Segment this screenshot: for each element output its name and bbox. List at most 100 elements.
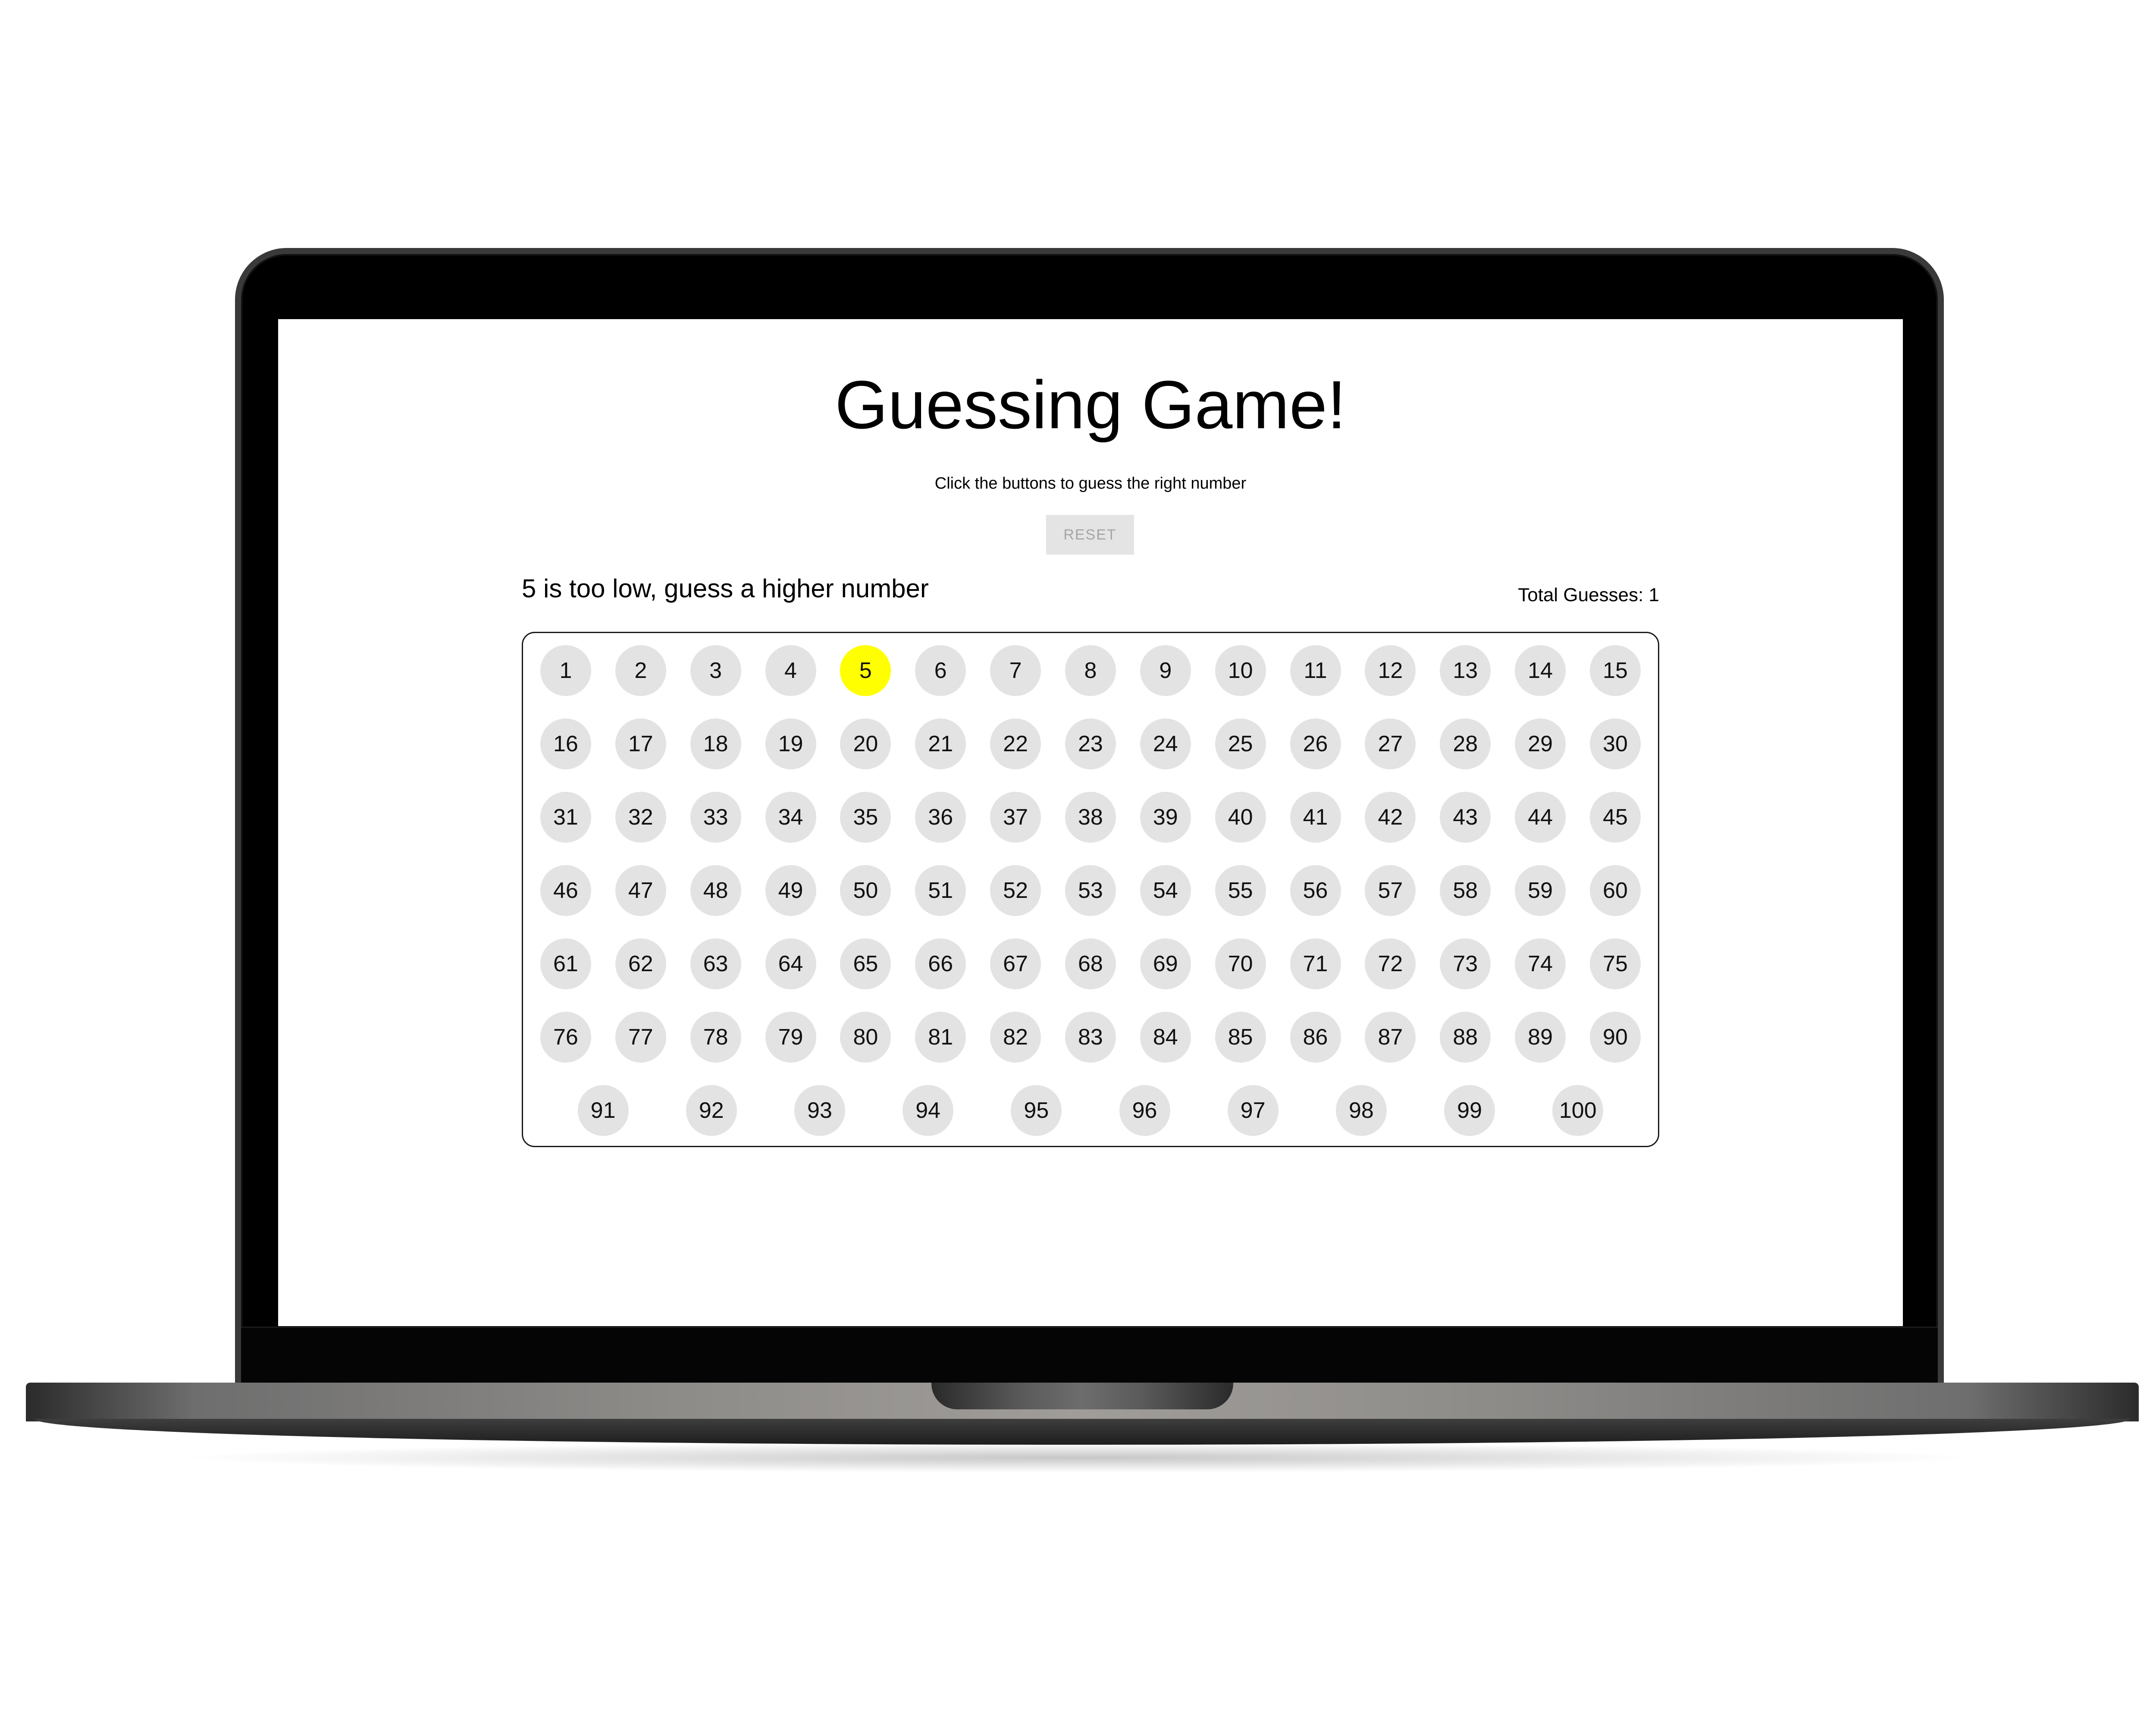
number-button-35[interactable]: 35 — [840, 792, 891, 843]
number-button-63[interactable]: 63 — [690, 938, 741, 989]
number-button-33[interactable]: 33 — [690, 792, 741, 843]
number-button-19[interactable]: 19 — [765, 718, 816, 769]
number-button-54[interactable]: 54 — [1140, 865, 1191, 916]
number-button-60[interactable]: 60 — [1589, 865, 1641, 916]
number-button-17[interactable]: 17 — [615, 718, 666, 769]
number-button-56[interactable]: 56 — [1290, 865, 1341, 916]
number-button-32[interactable]: 32 — [615, 792, 666, 843]
number-button-26[interactable]: 26 — [1290, 718, 1341, 769]
number-button-53[interactable]: 53 — [1065, 865, 1116, 916]
number-button-73[interactable]: 73 — [1440, 938, 1491, 989]
number-button-5[interactable]: 5 — [840, 645, 891, 696]
number-button-96[interactable]: 96 — [1119, 1085, 1170, 1136]
number-button-16[interactable]: 16 — [540, 718, 591, 769]
number-button-65[interactable]: 65 — [840, 938, 891, 989]
number-button-25[interactable]: 25 — [1215, 718, 1266, 769]
number-button-38[interactable]: 38 — [1065, 792, 1116, 843]
number-button-18[interactable]: 18 — [690, 718, 741, 769]
number-button-92[interactable]: 92 — [686, 1085, 737, 1136]
number-button-90[interactable]: 90 — [1589, 1012, 1641, 1063]
number-button-91[interactable]: 91 — [577, 1085, 629, 1136]
number-button-80[interactable]: 80 — [840, 1012, 891, 1063]
number-button-39[interactable]: 39 — [1140, 792, 1191, 843]
number-button-85[interactable]: 85 — [1215, 1012, 1266, 1063]
number-button-10[interactable]: 10 — [1215, 645, 1266, 696]
number-button-4[interactable]: 4 — [765, 645, 816, 696]
number-button-21[interactable]: 21 — [915, 718, 966, 769]
number-button-46[interactable]: 46 — [540, 865, 591, 916]
number-button-66[interactable]: 66 — [915, 938, 966, 989]
number-button-45[interactable]: 45 — [1589, 792, 1641, 843]
number-button-49[interactable]: 49 — [765, 865, 816, 916]
number-button-31[interactable]: 31 — [540, 792, 591, 843]
number-button-9[interactable]: 9 — [1140, 645, 1191, 696]
number-button-2[interactable]: 2 — [615, 645, 666, 696]
number-button-13[interactable]: 13 — [1440, 645, 1491, 696]
number-button-47[interactable]: 47 — [615, 865, 666, 916]
number-button-43[interactable]: 43 — [1440, 792, 1491, 843]
number-button-95[interactable]: 95 — [1011, 1085, 1062, 1136]
number-button-20[interactable]: 20 — [840, 718, 891, 769]
number-button-23[interactable]: 23 — [1065, 718, 1116, 769]
number-button-100[interactable]: 100 — [1552, 1085, 1604, 1136]
number-button-71[interactable]: 71 — [1290, 938, 1341, 989]
number-button-6[interactable]: 6 — [915, 645, 966, 696]
number-button-36[interactable]: 36 — [915, 792, 966, 843]
number-button-30[interactable]: 30 — [1589, 718, 1641, 769]
number-button-8[interactable]: 8 — [1065, 645, 1116, 696]
number-button-1[interactable]: 1 — [540, 645, 591, 696]
number-button-7[interactable]: 7 — [990, 645, 1041, 696]
number-button-55[interactable]: 55 — [1215, 865, 1266, 916]
number-button-86[interactable]: 86 — [1290, 1012, 1341, 1063]
number-button-29[interactable]: 29 — [1515, 718, 1566, 769]
number-button-94[interactable]: 94 — [903, 1085, 954, 1136]
number-button-44[interactable]: 44 — [1515, 792, 1566, 843]
number-button-59[interactable]: 59 — [1515, 865, 1566, 916]
number-button-98[interactable]: 98 — [1335, 1085, 1387, 1136]
number-button-77[interactable]: 77 — [615, 1012, 666, 1063]
number-button-58[interactable]: 58 — [1440, 865, 1491, 916]
number-button-41[interactable]: 41 — [1290, 792, 1341, 843]
number-button-40[interactable]: 40 — [1215, 792, 1266, 843]
number-button-84[interactable]: 84 — [1140, 1012, 1191, 1063]
number-button-28[interactable]: 28 — [1440, 718, 1491, 769]
number-button-50[interactable]: 50 — [840, 865, 891, 916]
number-button-87[interactable]: 87 — [1365, 1012, 1416, 1063]
number-button-83[interactable]: 83 — [1065, 1012, 1116, 1063]
number-button-76[interactable]: 76 — [540, 1012, 591, 1063]
number-button-79[interactable]: 79 — [765, 1012, 816, 1063]
number-button-15[interactable]: 15 — [1589, 645, 1641, 696]
number-button-74[interactable]: 74 — [1515, 938, 1566, 989]
number-button-61[interactable]: 61 — [540, 938, 591, 989]
number-button-70[interactable]: 70 — [1215, 938, 1266, 989]
number-button-34[interactable]: 34 — [765, 792, 816, 843]
number-button-75[interactable]: 75 — [1589, 938, 1641, 989]
number-button-78[interactable]: 78 — [690, 1012, 741, 1063]
number-button-52[interactable]: 52 — [990, 865, 1041, 916]
number-button-24[interactable]: 24 — [1140, 718, 1191, 769]
number-button-62[interactable]: 62 — [615, 938, 666, 989]
number-button-88[interactable]: 88 — [1440, 1012, 1491, 1063]
reset-button[interactable]: RESET — [1046, 515, 1134, 555]
number-button-64[interactable]: 64 — [765, 938, 816, 989]
number-button-89[interactable]: 89 — [1515, 1012, 1566, 1063]
number-button-99[interactable]: 99 — [1444, 1085, 1495, 1136]
number-button-81[interactable]: 81 — [915, 1012, 966, 1063]
number-button-67[interactable]: 67 — [990, 938, 1041, 989]
number-button-69[interactable]: 69 — [1140, 938, 1191, 989]
number-button-37[interactable]: 37 — [990, 792, 1041, 843]
number-button-11[interactable]: 11 — [1290, 645, 1341, 696]
number-button-48[interactable]: 48 — [690, 865, 741, 916]
number-button-82[interactable]: 82 — [990, 1012, 1041, 1063]
number-button-97[interactable]: 97 — [1227, 1085, 1279, 1136]
number-button-3[interactable]: 3 — [690, 645, 741, 696]
number-button-72[interactable]: 72 — [1365, 938, 1416, 989]
number-button-12[interactable]: 12 — [1365, 645, 1416, 696]
number-button-68[interactable]: 68 — [1065, 938, 1116, 989]
number-button-14[interactable]: 14 — [1515, 645, 1566, 696]
number-button-22[interactable]: 22 — [990, 718, 1041, 769]
number-button-42[interactable]: 42 — [1365, 792, 1416, 843]
number-button-27[interactable]: 27 — [1365, 718, 1416, 769]
number-button-93[interactable]: 93 — [794, 1085, 845, 1136]
number-button-57[interactable]: 57 — [1365, 865, 1416, 916]
